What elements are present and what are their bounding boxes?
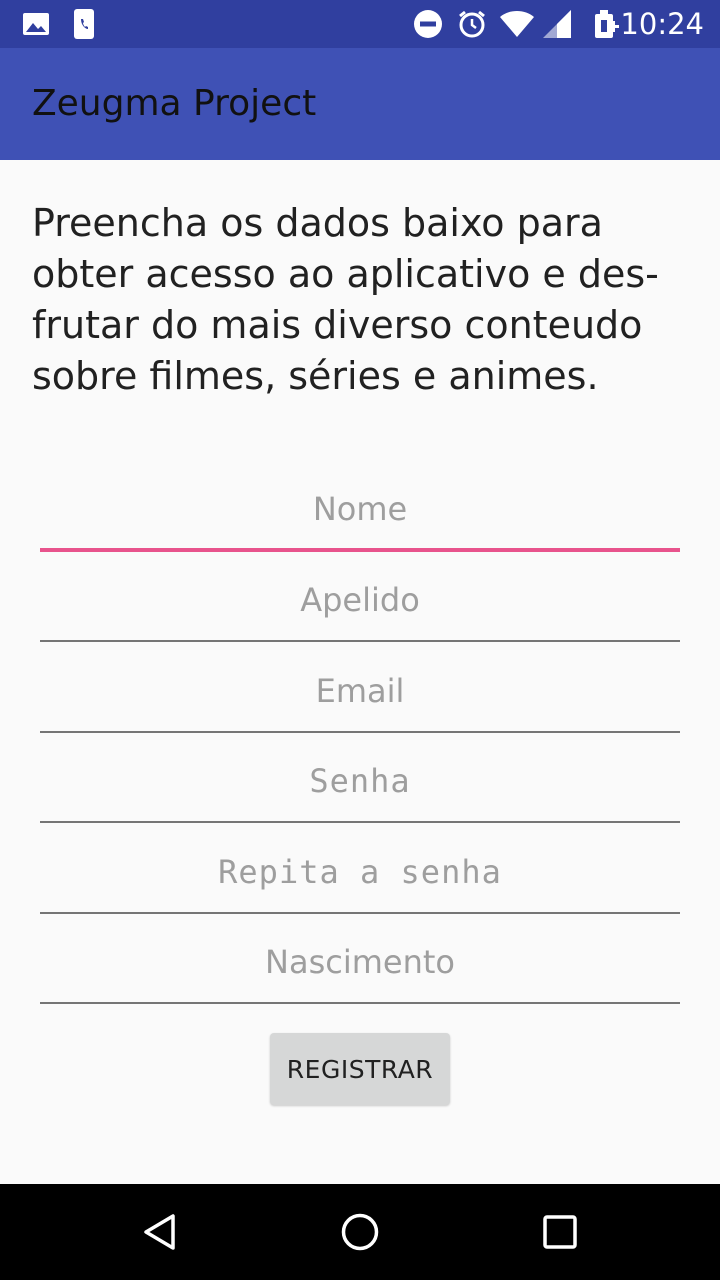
nascimento-field[interactable] bbox=[40, 934, 680, 1004]
home-icon[interactable] bbox=[312, 1184, 408, 1280]
senha-field[interactable] bbox=[40, 753, 680, 823]
email-field[interactable] bbox=[40, 663, 680, 733]
battery-charging-icon bbox=[590, 0, 624, 48]
wifi-icon bbox=[498, 0, 536, 48]
repita-senha-field[interactable] bbox=[40, 844, 680, 914]
alarm-icon bbox=[456, 0, 488, 48]
image-icon bbox=[20, 0, 52, 48]
clock: 10:24 bbox=[620, 7, 704, 41]
back-icon[interactable] bbox=[112, 1184, 208, 1280]
app-bar: Zeugma Project bbox=[0, 48, 720, 160]
app-title: Zeugma Project bbox=[32, 83, 317, 124]
nome-field[interactable] bbox=[40, 482, 680, 552]
apelido-field[interactable] bbox=[40, 572, 680, 642]
register-button[interactable]: REGISTRAR bbox=[270, 1033, 450, 1105]
recents-icon[interactable] bbox=[512, 1184, 608, 1280]
phone-notification-icon bbox=[72, 0, 96, 48]
status-bar: 10:24 bbox=[0, 0, 720, 48]
signal-icon bbox=[540, 0, 574, 48]
navigation-bar bbox=[0, 1184, 720, 1280]
intro-text: Preencha os dados baixo para obter acess… bbox=[32, 201, 659, 398]
do-not-disturb-icon bbox=[412, 0, 444, 48]
